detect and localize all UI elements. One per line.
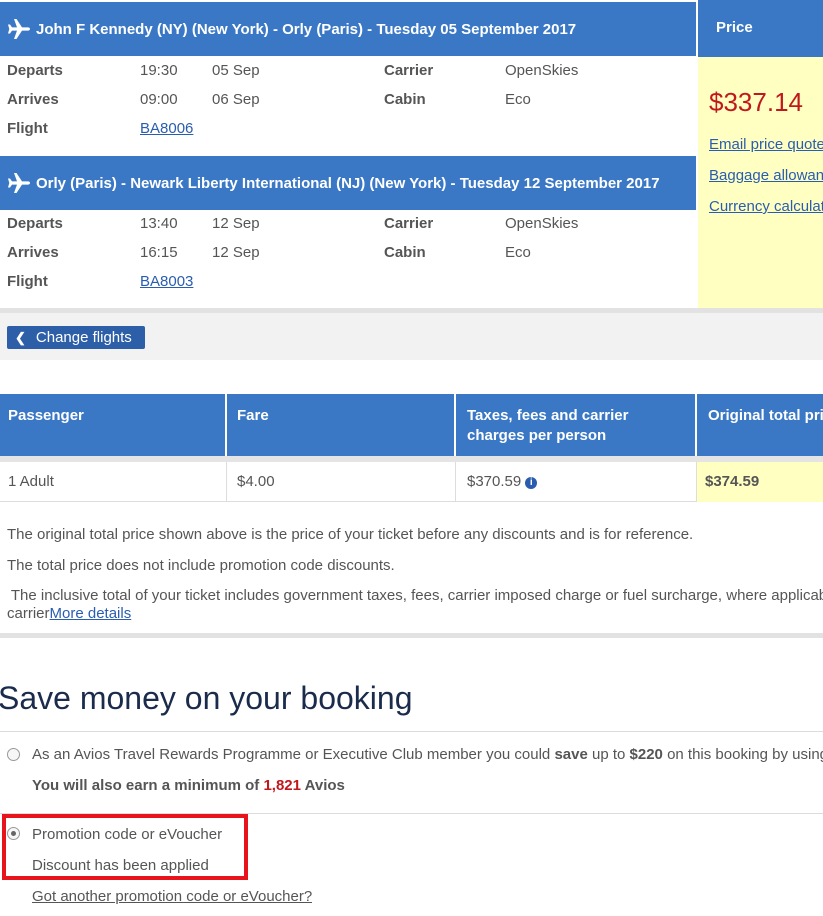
col-passenger: Passenger [0,394,227,456]
note-carrier-line: carrierMore details [7,605,823,622]
col-fare: Fare [229,394,456,456]
col-taxes: Taxes, fees and carrier charges per pers… [459,394,697,456]
carrier-label: Carrier [384,215,434,232]
cell-passenger: 1 Adult [0,462,227,502]
table-row: 1 Adult $4.00 $370.59 i $374.59 [0,462,823,502]
cabin-value: Eco [505,244,531,261]
arrives-date: 12 Sep [212,244,260,261]
cabin-label: Cabin [384,244,426,261]
avios-earn-text: You will also earn a minimum of 1,821 Av… [32,777,345,794]
earn-prefix: You will also earn a minimum of [32,777,264,794]
departs-date: 12 Sep [212,215,260,232]
departs-time: 13:40 [140,215,178,232]
avios-option-text: As an Avios Travel Rewards Programme or … [32,746,823,763]
outbound-route-title: John F Kennedy (NY) (New York) - Orly (P… [36,20,577,38]
avios-radio[interactable] [7,748,20,761]
avios-text: on this booking by using Avios [667,746,823,763]
save-money-title: Save money on your booking [0,680,413,716]
outbound-flight-number-link[interactable]: BA8006 [140,120,193,137]
arrives-time: 09:00 [140,91,178,108]
arrives-label: Arrives [7,91,59,108]
fare-table-header: Passenger Fare Taxes, fees and carrier c… [0,394,823,456]
avios-text: up to [587,746,630,763]
price-header: Price [698,0,823,57]
cabin-value: Eco [505,91,531,108]
carrier-label: Carrier [384,62,434,79]
price-amount: $337.14 [709,87,803,117]
price-panel: $337.14 Email price quote Baggage allowa… [698,57,823,308]
departs-date: 05 Sep [212,62,260,79]
change-flights-button[interactable]: ❮ Change flights [7,326,145,349]
info-icon[interactable]: i [525,477,538,489]
avios-save-amount: $220 [629,746,663,763]
plane-icon [2,18,36,40]
cell-fare: $4.00 [229,462,456,502]
separator [0,633,823,638]
more-details-link[interactable]: More details [50,605,132,622]
flight-label: Flight [7,120,48,137]
note-inclusive-total: The inclusive total of your ticket inclu… [7,587,823,604]
cabin-label: Cabin [384,91,426,108]
note-original-price: The original total price shown above is … [7,526,694,543]
note-carrier-prefix: carrier [7,605,50,622]
outbound-flight-header: John F Kennedy (NY) (New York) - Orly (P… [0,2,696,56]
note-promo-excluded: The total price does not include promoti… [7,557,395,574]
chevron-left-icon: ❮ [15,329,26,345]
baggage-allowance-link[interactable]: Baggage allowance [709,167,823,184]
col-original-total: Original total price [708,407,823,424]
email-price-quote-link[interactable]: Email price quote [709,136,823,153]
taxes-value: $370.59 [467,473,522,490]
flight-label: Flight [7,273,48,290]
carrier-value: OpenSkies [505,62,579,79]
earn-amount: 1,821 [263,777,301,794]
another-promo-code-link[interactable]: Got another promotion code or eVoucher? [32,888,312,905]
arrives-label: Arrives [7,244,59,261]
cell-original-total: $374.59 [697,462,823,502]
earn-suffix: Avios [300,777,345,794]
departs-label: Departs [7,215,63,232]
arrives-time: 16:15 [140,244,178,261]
promo-highlight-box [2,814,248,880]
divider [0,731,823,732]
carrier-value: OpenSkies [505,215,579,232]
inbound-route-title: Orly (Paris) - Newark Liberty Internatio… [36,174,660,192]
currency-calculator-link[interactable]: Currency calculator [709,198,823,215]
inbound-flight-header: Orly (Paris) - Newark Liberty Internatio… [0,156,696,210]
change-flights-label: Change flights [35,329,132,346]
avios-text: As an Avios Travel Rewards Programme or … [32,746,555,763]
plane-icon [2,172,36,194]
departs-time: 19:30 [140,62,178,79]
inbound-flight-number-link[interactable]: BA8003 [140,273,193,290]
departs-label: Departs [7,62,63,79]
avios-save-word: save [554,746,588,763]
arrives-date: 06 Sep [212,91,260,108]
cell-taxes: $370.59 i [459,462,697,502]
change-flights-bar: ❮ Change flights [0,313,823,360]
